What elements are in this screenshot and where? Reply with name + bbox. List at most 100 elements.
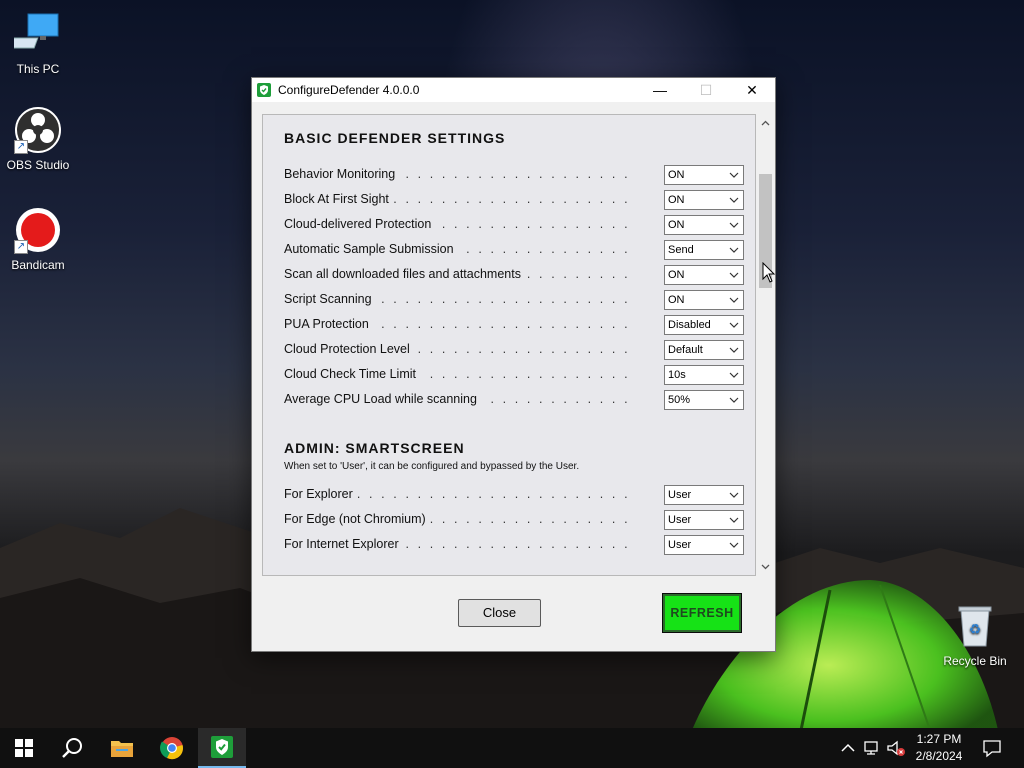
smartscreen-explorer-select[interactable]: User — [664, 485, 744, 505]
chrome-icon — [160, 737, 183, 760]
setting-label-wrap: . . . . . . . . . . . . . . . . . . . . … — [284, 192, 644, 206]
setting-label: For Explorer — [284, 487, 357, 501]
cloud-check-time-limit-select[interactable]: 10s — [664, 365, 744, 385]
setting-row: . . . . . . . . . . . . . . . . . . . . … — [284, 390, 744, 410]
setting-row: . . . . . . . . . . . . . . . . . . . . … — [284, 365, 744, 385]
setting-label-wrap: . . . . . . . . . . . . . . . . . . . . … — [284, 367, 644, 381]
chevron-down-icon — [729, 197, 739, 203]
chevron-down-icon — [729, 372, 739, 378]
average-cpu-load-select[interactable]: 50% — [664, 390, 744, 410]
shortcut-arrow-icon: ↗ — [14, 140, 28, 154]
behavior-monitoring-select[interactable]: ON — [664, 165, 744, 185]
setting-label: For Edge (not Chromium) — [284, 512, 430, 526]
select-value: ON — [668, 294, 685, 306]
setting-label: Block At First Sight — [284, 192, 393, 206]
taskbar-configure-defender[interactable] — [198, 728, 246, 768]
settings-scroll-area[interactable]: BASIC DEFENDER SETTINGS . . . . . . . . … — [263, 115, 755, 575]
setting-label: Average CPU Load while scanning — [284, 392, 481, 406]
taskbar-clock[interactable]: 1:27 PM 2/8/2024 — [904, 731, 974, 765]
setting-row: . . . . . . . . . . . . . . . . . . . . … — [284, 265, 744, 285]
scroll-up-arrow-icon[interactable] — [760, 118, 771, 129]
select-value: Disabled — [668, 319, 711, 331]
setting-label-wrap: . . . . . . . . . . . . . . . . . . . . … — [284, 242, 644, 256]
bandicam-icon: ↗ — [14, 206, 62, 254]
setting-label: Cloud Protection Level — [284, 342, 414, 356]
minimize-button[interactable]: — — [637, 78, 683, 102]
chevron-down-icon — [729, 222, 739, 228]
cloud-delivered-protection-select[interactable]: ON — [664, 215, 744, 235]
chevron-down-icon — [729, 297, 739, 303]
chevron-up-icon[interactable] — [838, 738, 858, 758]
setting-label-wrap: . . . . . . . . . . . . . . . . . . . . … — [284, 317, 644, 331]
shield-check-icon — [211, 736, 233, 758]
setting-row: . . . . . . . . . . . . . . . . . . . . … — [284, 290, 744, 310]
basic-settings-title: BASIC DEFENDER SETTINGS — [284, 130, 506, 146]
select-value: 50% — [668, 394, 691, 406]
select-value: Send — [668, 244, 694, 256]
volume-muted-icon[interactable] — [886, 738, 906, 758]
block-at-first-sight-select[interactable]: ON — [664, 190, 744, 210]
setting-row: . . . . . . . . . . . . . . . . . . . . … — [284, 240, 744, 260]
search-icon — [62, 738, 82, 758]
taskbar-chrome[interactable] — [148, 728, 196, 768]
smartscreen-edge-select[interactable]: User — [664, 510, 744, 530]
smartscreen-title: ADMIN: SMARTSCREEN — [284, 440, 465, 456]
desktop-icon-label: Recycle Bin — [943, 654, 1007, 668]
search-button[interactable] — [48, 728, 96, 768]
setting-label-wrap: . . . . . . . . . . . . . . . . . . . . … — [284, 292, 644, 306]
cloud-protection-level-select[interactable]: Default — [664, 340, 744, 360]
smartscreen-internet-explorer-select[interactable]: User — [664, 535, 744, 555]
select-value: ON — [668, 269, 685, 281]
window-close-button[interactable]: ✕ — [729, 78, 775, 102]
setting-row: . . . . . . . . . . . . . . . . . . . . … — [284, 165, 744, 185]
setting-label-wrap: . . . . . . . . . . . . . . . . . . . . … — [284, 537, 644, 551]
start-button[interactable] — [0, 728, 48, 768]
chevron-down-icon — [729, 517, 739, 523]
setting-label: Behavior Monitoring — [284, 167, 400, 181]
mouse-cursor-icon — [762, 262, 776, 283]
setting-label: Scan all downloaded files and attachment… — [284, 267, 525, 281]
setting-label: Script Scanning — [284, 292, 376, 306]
desktop-icon-this-pc[interactable]: This PC — [0, 10, 76, 76]
window-titlebar[interactable]: ConfigureDefender 4.0.0.0 — ☐ ✕ — [252, 78, 775, 102]
desktop-icon-bandicam[interactable]: ↗ Bandicam — [0, 206, 76, 272]
script-scanning-select[interactable]: ON — [664, 290, 744, 310]
shortcut-arrow-icon: ↗ — [14, 240, 28, 254]
maximize-button[interactable]: ☐ — [683, 78, 729, 102]
close-button[interactable]: Close — [458, 599, 541, 627]
setting-row: . . . . . . . . . . . . . . . . . . . . … — [284, 215, 744, 235]
chevron-down-icon — [729, 492, 739, 498]
setting-label: Cloud Check Time Limit — [284, 367, 420, 381]
notifications-icon[interactable] — [982, 738, 1002, 758]
select-value: User — [668, 514, 692, 526]
select-value: User — [668, 489, 692, 501]
refresh-button[interactable]: REFRESH — [662, 593, 742, 633]
chevron-down-icon — [729, 272, 739, 278]
desktop-icon-obs-studio[interactable]: ↗ OBS Studio — [0, 106, 76, 172]
scan-downloaded-files-select[interactable]: ON — [664, 265, 744, 285]
setting-label: PUA Protection — [284, 317, 373, 331]
setting-label-wrap: . . . . . . . . . . . . . . . . . . . . … — [284, 342, 644, 356]
svg-text:♻: ♻ — [969, 621, 982, 637]
desktop-icon-recycle-bin[interactable]: ♻ Recycle Bin — [937, 602, 1013, 668]
clock-date: 2/8/2024 — [915, 749, 963, 763]
window-title: ConfigureDefender 4.0.0.0 — [278, 83, 420, 97]
select-value: ON — [668, 219, 685, 231]
automatic-sample-submission-select[interactable]: Send — [664, 240, 744, 260]
setting-label-wrap: . . . . . . . . . . . . . . . . . . . . … — [284, 392, 644, 406]
taskbar-file-explorer[interactable] — [98, 728, 146, 768]
vertical-scrollbar[interactable] — [757, 114, 774, 576]
setting-label-wrap: . . . . . . . . . . . . . . . . . . . . … — [284, 267, 644, 281]
scroll-down-arrow-icon[interactable] — [760, 561, 771, 572]
smartscreen-note: When set to 'User', it can be configured… — [284, 461, 580, 472]
network-icon[interactable] — [862, 738, 882, 758]
setting-label-wrap: . . . . . . . . . . . . . . . . . . . . … — [284, 512, 644, 526]
select-value: 10s — [668, 369, 686, 381]
pua-protection-select[interactable]: Disabled — [664, 315, 744, 335]
desktop-icon-label: This PC — [16, 62, 60, 76]
setting-row: . . . . . . . . . . . . . . . . . . . . … — [284, 340, 744, 360]
taskbar: 1:27 PM 2/8/2024 — [0, 728, 1024, 768]
select-value: User — [668, 539, 692, 551]
setting-row: . . . . . . . . . . . . . . . . . . . . … — [284, 190, 744, 210]
shield-check-icon — [257, 83, 271, 97]
